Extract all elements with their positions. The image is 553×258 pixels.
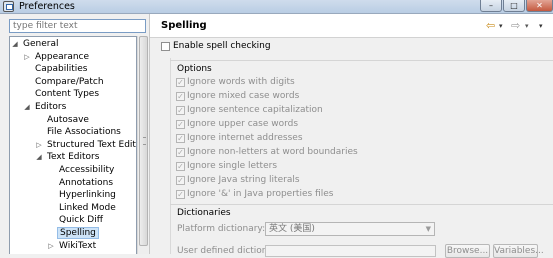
tree-item-content-types[interactable]: Content Types [33,88,101,100]
platform-dictionary-combo[interactable]: 英文 (美国) ▼ [265,222,435,236]
option-checkbox[interactable]: ✓ [176,148,185,157]
scrollbar-grip-icon [143,137,146,145]
window-title-bar[interactable]: Preferences – □ ✕ [0,0,553,14]
option-label: Ignore '&' in Java properties files [187,189,334,199]
forward-arrow-icon[interactable]: ⇨ [511,19,520,32]
tree-item-wikitext[interactable]: WikiText [57,240,98,252]
chevron-down-icon: ▼ [425,225,431,233]
tree-item-autosave[interactable]: Autosave [45,114,91,126]
forward-history-dropdown-icon[interactable]: ▾ [525,22,529,30]
platform-dictionary-value: 英文 (美国) [269,224,315,234]
tree-item-annotations[interactable]: Annotations [57,177,115,189]
maximize-button[interactable]: □ [503,0,525,12]
tree-expand-icon[interactable]: ▷ [47,240,55,252]
option-label: Ignore upper case words [187,119,299,129]
tree-item-accessibility[interactable]: Accessibility [57,164,116,176]
tree-item-text-editors[interactable]: Text Editors [45,151,101,163]
tree-item-editors[interactable]: Editors [33,101,68,113]
section-border [170,58,171,254]
tree-item-file-associations[interactable]: File Associations [45,126,123,138]
option-label: Ignore sentence capitalization [187,105,323,115]
option-checkbox[interactable]: ✓ [176,134,185,143]
tree-item-appearance[interactable]: Appearance [33,51,91,63]
tree-vertical-scrollbar[interactable] [137,36,148,254]
option-label: Ignore words with digits [187,77,295,87]
variables-button[interactable]: Variables... [493,244,544,258]
tree-item-structured-text-editors[interactable]: Structured Text Editors [45,139,136,151]
option-label: Ignore non-letters at word boundaries [187,147,358,157]
dictionaries-group-label: Dictionaries [177,208,231,218]
tree-collapse-icon[interactable]: ◢ [23,101,31,113]
enable-spell-checking-checkbox[interactable] [161,42,170,51]
tree-item-compare-patch[interactable]: Compare/Patch [33,76,106,88]
option-label: Ignore internet addresses [187,133,303,143]
back-arrow-icon[interactable]: ⇦ [486,19,495,32]
tree-item-general[interactable]: General [21,38,60,50]
tree-item-hyperlinking[interactable]: Hyperlinking [57,189,118,201]
user-dictionary-field[interactable] [265,245,436,257]
option-checkbox[interactable]: ✓ [176,162,185,171]
minimize-button[interactable]: – [480,0,502,12]
platform-dictionary-label: Platform dictionary: [177,224,266,234]
browse-button[interactable]: Browse... [445,244,490,258]
option-checkbox[interactable]: ✓ [176,106,185,115]
tree-collapse-icon[interactable]: ◢ [11,38,19,50]
option-checkbox[interactable]: ✓ [176,78,185,87]
page-title: Spelling [161,20,207,31]
option-checkbox[interactable]: ✓ [176,190,185,199]
tree-expand-icon[interactable]: ▷ [23,51,31,63]
page-header: Spelling ⇦ ▾ ⇨ ▾ ▾ [150,14,553,38]
view-menu-icon[interactable]: ▾ [539,22,543,30]
option-checkbox[interactable]: ✓ [176,92,185,101]
tree-expand-icon[interactable]: ▷ [35,139,43,151]
preferences-navigation-panel: ◢General▷AppearanceCapabilitiesCompare/P… [0,14,150,254]
tree-item-linked-mode[interactable]: Linked Mode [57,202,118,214]
option-label: Ignore Java string literals [187,175,300,185]
tree-item-capabilities[interactable]: Capabilities [33,63,90,75]
enable-spell-checking-label: Enable spell checking [173,41,271,51]
option-checkbox[interactable]: ✓ [176,120,185,129]
preferences-window-icon [3,1,14,12]
close-button[interactable]: ✕ [526,0,553,12]
tree-item-quick-diff[interactable]: Quick Diff [57,214,105,226]
options-group-label: Options [177,64,212,74]
option-label: Ignore single letters [187,161,278,171]
window-title: Preferences [19,1,75,12]
option-checkbox[interactable]: ✓ [176,176,185,185]
tree-collapse-icon[interactable]: ◢ [35,151,43,163]
filter-input[interactable] [9,19,146,33]
options-group-top-border [170,60,553,61]
back-history-dropdown-icon[interactable]: ▾ [499,22,503,30]
option-label: Ignore mixed case words [187,91,300,101]
scrollbar-thumb[interactable] [139,36,148,246]
tree-item-spelling[interactable]: Spelling [57,227,99,239]
preference-tree[interactable]: ◢ General ▷ Appearance Capabilities Compare/P… [9,36,137,254]
dictionaries-group-top-border [170,204,553,205]
